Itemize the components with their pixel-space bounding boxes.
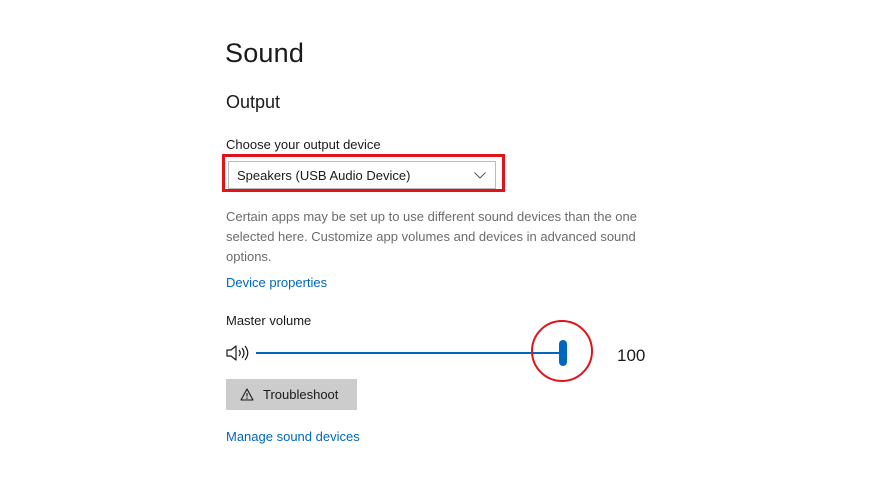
output-device-label: Choose your output device [226,137,381,152]
manage-sound-devices-link[interactable]: Manage sound devices [226,429,360,444]
output-info-text: Certain apps may be set up to use differ… [226,209,637,264]
chevron-down-icon [473,170,487,180]
annotation-highlight-circle [531,320,593,382]
warning-icon [240,388,254,401]
speaker-icon[interactable] [225,344,253,362]
output-device-dropdown[interactable]: Speakers (USB Audio Device) [228,161,496,189]
troubleshoot-button[interactable]: Troubleshoot [226,379,357,410]
troubleshoot-button-label: Troubleshoot [263,387,339,402]
output-section-title: Output [226,92,281,112]
page-title: Sound [225,38,305,68]
sound-settings-page: Sound Output Choose your output device S… [0,0,885,500]
master-volume-value: 100 [617,346,646,365]
device-properties-link[interactable]: Device properties [226,275,327,290]
master-volume-label: Master volume [226,313,312,328]
master-volume-slider[interactable] [256,338,576,368]
volume-slider-track [256,352,563,354]
output-device-selected-value: Speakers (USB Audio Device) [237,167,411,183]
